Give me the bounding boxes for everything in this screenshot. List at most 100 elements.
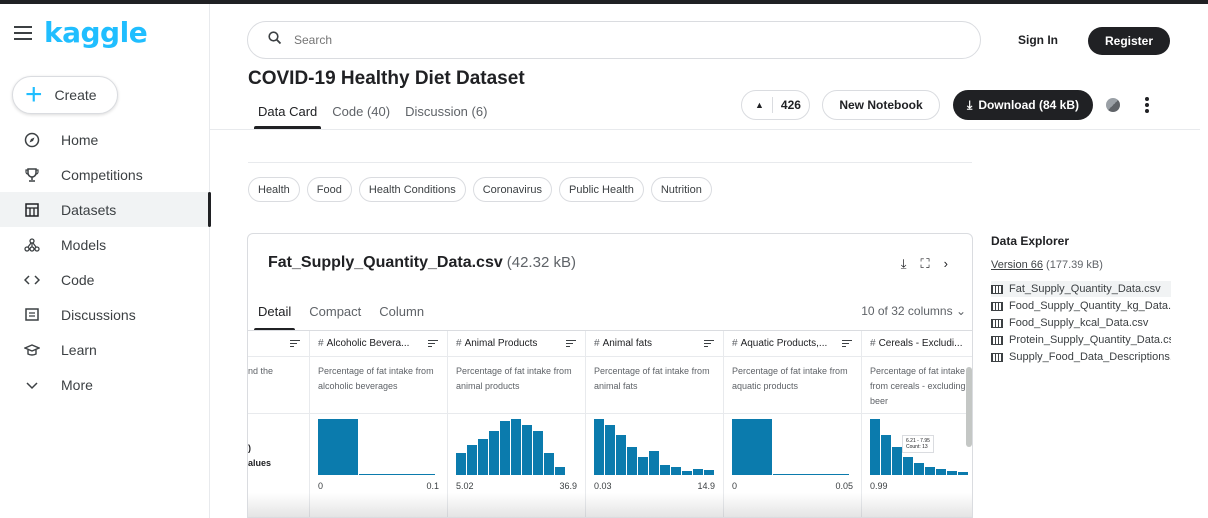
column-header [248,331,309,357]
tab-column[interactable]: Column [379,304,424,331]
column-header[interactable]: # Aquatic Products,... [724,331,861,357]
kaggle-logo[interactable]: kaggle [44,16,148,49]
more-options-icon[interactable] [1145,97,1149,115]
column-description: nd the [248,357,309,414]
file-list-item[interactable]: Protein_Supply_Quantity_Data.csv [991,332,1171,348]
sidebar-item-label: Home [61,131,99,148]
sidebar-item-models[interactable]: Models [0,227,210,262]
sidebar-item-discussions[interactable]: Discussions [0,297,210,332]
view-tabs: Detail Compact Column [253,304,442,331]
file-title: Fat_Supply_Quantity_Data.csv (42.32 kB) [268,254,576,272]
scroll-shadow [248,493,972,517]
register-button[interactable]: Register [1088,27,1170,55]
file-list-item[interactable]: Fat_Supply_Quantity_Data.csv [991,281,1171,297]
histogram-axis: 0 0.05 [732,481,853,491]
card-actions: ⤓ ⛶ › [887,256,948,272]
sidebar-item-datasets[interactable]: Datasets [0,192,211,227]
table-icon [991,352,1003,362]
tag-chip[interactable]: Public Health [559,177,644,202]
tag-chip[interactable]: Nutrition [650,177,712,202]
sidebar-item-label: More [61,376,93,393]
file-list-label: Protein_Supply_Quantity_Data.csv [1009,334,1171,346]
file-list-item[interactable]: Supply_Food_Data_Descriptions.csv [991,349,1171,365]
search-icon [268,30,282,50]
histogram-axis: 0.99 [870,481,966,491]
download-button[interactable]: ⤓ Download (84 kB) [953,90,1093,120]
tab-detail[interactable]: Detail [253,304,296,331]
comment-icon [24,307,40,323]
sidebar-item-label: Discussions [61,306,136,323]
sign-in-link[interactable]: Sign In [1018,33,1058,47]
column-header[interactable]: # Alcoholic Bevera... [310,331,447,357]
tab-compact[interactable]: Compact [309,304,361,331]
histogram-tooltip: 6.21 - 7.95 Count: 13 [902,435,934,453]
tab-code[interactable]: Code (40) [332,104,390,129]
sort-icon[interactable] [842,340,852,349]
sort-icon[interactable] [566,340,576,349]
file-name: Fat_Supply_Quantity_Data.csv [268,254,503,271]
theme-toggle-icon[interactable] [1106,98,1120,112]
sidebar-item-home[interactable]: Home [0,122,210,157]
tag-chip[interactable]: Food [306,177,352,202]
file-size: (42.32 kB) [506,254,576,271]
sidebar-item-more[interactable]: More [0,367,210,402]
file-list-label: Supply_Food_Data_Descriptions.csv [1009,351,1171,363]
histogram-axis: 0 0.1 [318,481,439,491]
column-description: Percentage of fat intake from animal pro… [448,357,585,414]
tab-discussion[interactable]: Discussion (6) [405,104,487,129]
sidebar-item-code[interactable]: Code [0,262,210,297]
tag-chip[interactable]: Health [248,177,300,202]
axis-min: 0 [732,481,738,491]
expand-icon[interactable]: ⛶ [921,256,930,272]
column-header[interactable]: # Animal fats [586,331,723,357]
file-preview-card: Fat_Supply_Quantity_Data.csv (42.32 kB) ⤓… [247,233,973,518]
code-icon [24,272,40,288]
file-list-item[interactable]: Food_Supply_kcal_Data.csv [991,315,1171,331]
download-icon: ⤓ [967,97,973,112]
version-link[interactable]: Version 66 [991,259,1043,271]
tag-chip[interactable]: Coronavirus [472,177,553,202]
menu-icon[interactable] [14,26,32,40]
search-bar[interactable] [247,21,981,59]
axis-max: 0.05 [835,481,853,491]
file-list-label: Fat_Supply_Quantity_Data.csv [1009,283,1161,295]
data-explorer: Data Explorer Version 66 (177.39 kB) Fat… [991,234,1201,366]
sort-icon[interactable] [704,340,714,349]
divider [771,97,773,113]
new-notebook-button[interactable]: New Notebook [822,90,940,120]
histogram-axis: 5.02 36.9 [456,481,577,491]
sidebar-item-learn[interactable]: Learn [0,332,210,367]
trophy-icon [24,167,40,183]
tag-chip[interactable]: Health Conditions [358,177,466,202]
table-column: # Alcoholic Bevera... Percentage of fat i… [310,331,448,517]
vertical-scrollbar[interactable] [966,367,972,447]
sort-icon[interactable] [428,340,438,349]
chevron-down-icon [24,377,40,393]
histogram [318,419,436,475]
tag-list: Health Food Health Conditions Coronaviru… [248,177,719,202]
column-header[interactable]: # Cereals - Excludi... [862,331,972,357]
sidebar-item-label: Learn [61,341,97,358]
create-button[interactable]: + Create [12,76,118,114]
table-column: nd the ) alues [248,331,310,517]
chevron-right-icon[interactable]: › [944,256,948,272]
divider [248,162,972,163]
axis-min: 0 [318,481,324,491]
search-input[interactable] [294,33,894,47]
upvote-button[interactable]: ▲ 426 [741,90,810,120]
version-size: (177.39 kB) [1046,259,1103,271]
file-list-item[interactable]: Food_Supply_Quantity_kg_Data.csv [991,298,1171,314]
sort-icon[interactable] [290,340,300,349]
tab-data-card[interactable]: Data Card [253,104,322,129]
histogram [456,419,566,475]
column-count-select[interactable]: 10 of 32 columns ⌄ [861,304,966,318]
column-name: Animal fats [602,338,653,349]
axis-min: 0.03 [594,481,612,491]
column-name: Alcoholic Bevera... [326,338,410,349]
column-name: Cereals - Excludi... [878,338,963,349]
download-icon[interactable]: ⤓ [901,256,907,272]
sidebar-item-competitions[interactable]: Competitions [0,157,210,192]
column-header[interactable]: # Animal Products [448,331,585,357]
sidebar-item-label: Competitions [61,166,143,183]
models-icon [24,237,40,253]
